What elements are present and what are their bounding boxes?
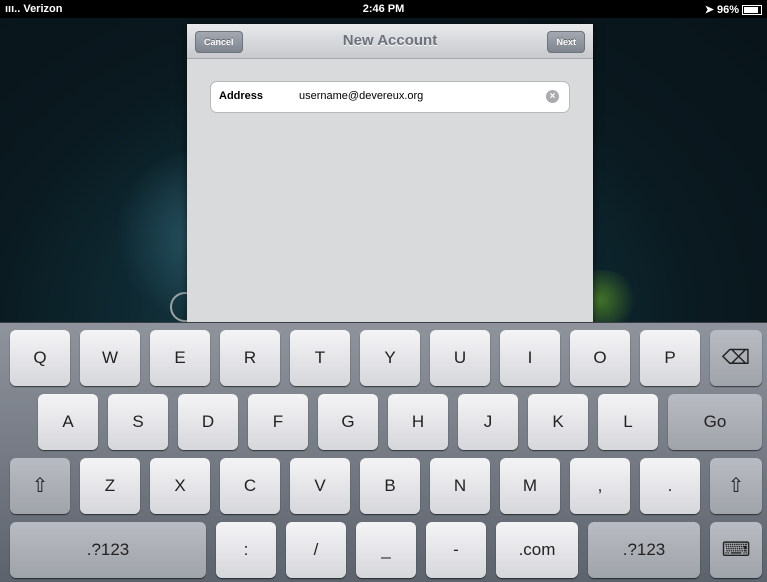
key-i[interactable]: I bbox=[500, 330, 560, 386]
key-slash[interactable]: / bbox=[286, 522, 346, 578]
next-button[interactable]: Next bbox=[547, 31, 585, 53]
key-y[interactable]: Y bbox=[360, 330, 420, 386]
key-b[interactable]: B bbox=[360, 458, 420, 514]
shift-key-right[interactable]: ⇧ bbox=[710, 458, 762, 514]
key-z[interactable]: Z bbox=[80, 458, 140, 514]
key-o[interactable]: O bbox=[570, 330, 630, 386]
keyboard: Q W E R T Y U I O P ⌫ A S D F G H J K L … bbox=[0, 322, 767, 582]
key-c[interactable]: C bbox=[220, 458, 280, 514]
key-j[interactable]: J bbox=[458, 394, 518, 450]
key-d[interactable]: D bbox=[178, 394, 238, 450]
key-w[interactable]: W bbox=[80, 330, 140, 386]
numbers-key-left[interactable]: .?123 bbox=[10, 522, 206, 578]
backspace-key[interactable]: ⌫ bbox=[710, 330, 762, 386]
address-label: Address bbox=[219, 90, 264, 102]
battery-percent: 96% bbox=[716, 3, 739, 16]
key-e[interactable]: E bbox=[150, 330, 210, 386]
shift-icon: ⇧ bbox=[727, 475, 745, 497]
clear-icon[interactable]: × bbox=[546, 90, 559, 103]
key-period[interactable]: . bbox=[640, 458, 700, 514]
keyboard-hide-icon: ⌨ bbox=[721, 539, 751, 561]
key-r[interactable]: R bbox=[220, 330, 280, 386]
address-input[interactable]: username@devereux.org bbox=[299, 90, 423, 102]
key-n[interactable]: N bbox=[430, 458, 490, 514]
key-underscore[interactable]: _ bbox=[356, 522, 416, 578]
key-m[interactable]: M bbox=[500, 458, 560, 514]
key-l[interactable]: L bbox=[598, 394, 658, 450]
key-x[interactable]: X bbox=[150, 458, 210, 514]
key-s[interactable]: S bbox=[108, 394, 168, 450]
key-colon[interactable]: : bbox=[216, 522, 276, 578]
key-t[interactable]: T bbox=[290, 330, 350, 386]
key-v[interactable]: V bbox=[290, 458, 350, 514]
key-u[interactable]: U bbox=[430, 330, 490, 386]
sheet-navbar: Cancel New Account Next bbox=[187, 24, 593, 59]
shift-icon: ⇧ bbox=[31, 475, 49, 497]
key-q[interactable]: Q bbox=[10, 330, 70, 386]
sheet-title: New Account bbox=[342, 32, 438, 49]
shift-key-left[interactable]: ⇧ bbox=[10, 458, 70, 514]
go-key[interactable]: Go bbox=[668, 394, 762, 450]
battery-icon bbox=[742, 4, 762, 15]
numbers-key-right[interactable]: .?123 bbox=[588, 522, 700, 578]
backspace-icon: ⌫ bbox=[721, 347, 751, 369]
key-a[interactable]: A bbox=[38, 394, 98, 450]
status-bar: ııı.. Verizon 2:46 PM ➤ 96% bbox=[0, 0, 767, 18]
new-account-sheet: Cancel New Account Next Address username… bbox=[187, 24, 593, 324]
address-field[interactable]: Address username@devereux.org × bbox=[210, 81, 570, 113]
key-k[interactable]: K bbox=[528, 394, 588, 450]
hide-keyboard-key[interactable]: ⌨ bbox=[710, 522, 762, 578]
key-g[interactable]: G bbox=[318, 394, 378, 450]
key-h[interactable]: H bbox=[388, 394, 448, 450]
dotcom-key[interactable]: .com bbox=[496, 522, 578, 578]
key-f[interactable]: F bbox=[248, 394, 308, 450]
battery-indicator: ➤ 96% bbox=[705, 3, 762, 16]
key-p[interactable]: P bbox=[640, 330, 700, 386]
key-comma[interactable]: , bbox=[570, 458, 630, 514]
clock: 2:46 PM bbox=[362, 3, 405, 15]
key-hyphen[interactable]: - bbox=[426, 522, 486, 578]
location-icon: ➤ bbox=[704, 4, 714, 16]
